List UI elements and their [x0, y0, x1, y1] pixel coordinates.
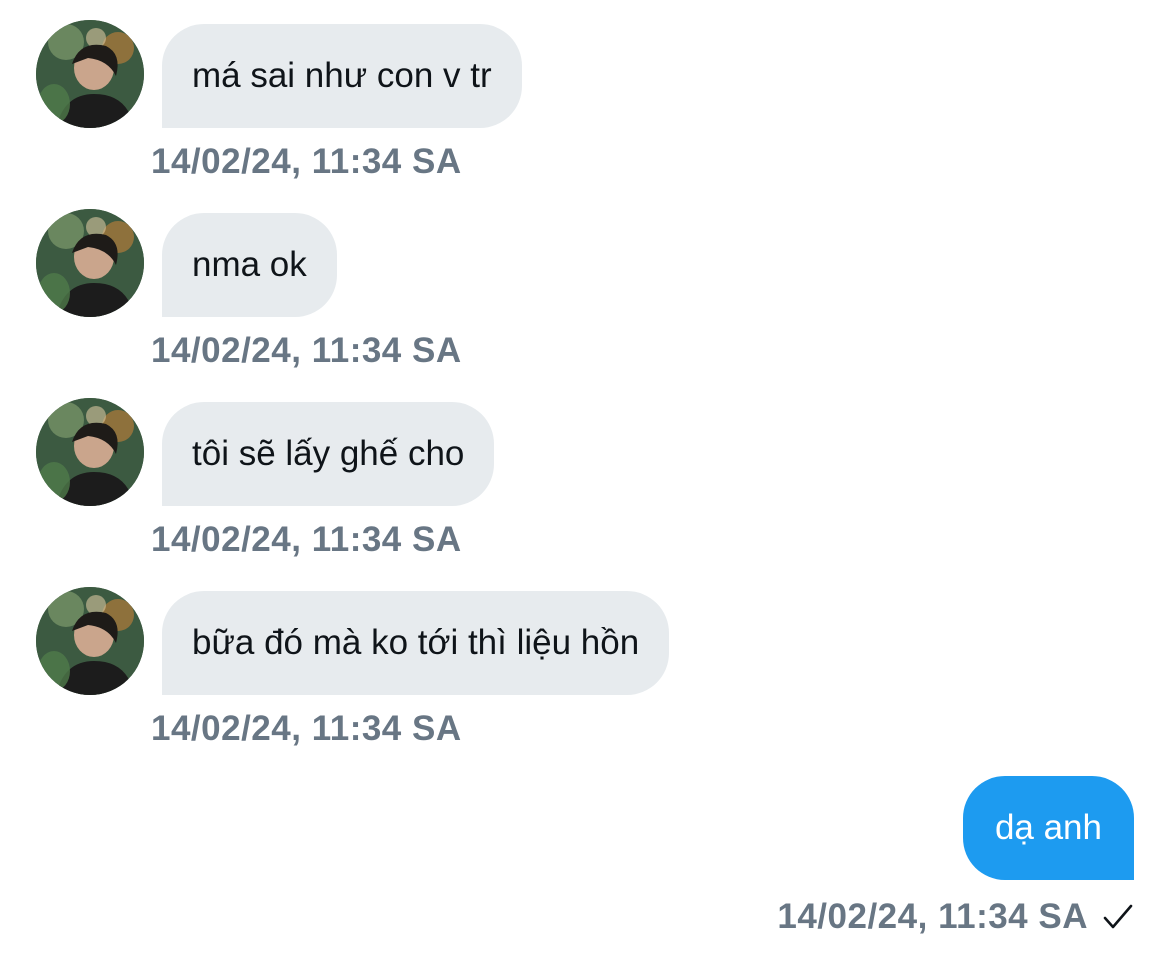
message-text: má sai như con v tr — [192, 56, 492, 95]
message-timestamp: 14/02/24, 11:34 SA — [151, 709, 462, 748]
sender-avatar[interactable] — [36, 398, 144, 506]
message-text: dạ anh — [994, 808, 1102, 847]
incoming-message-bubble[interactable]: má sai như con v tr — [162, 24, 522, 128]
outgoing-message-bubble[interactable]: dạ anh — [962, 776, 1134, 880]
check-icon — [1102, 903, 1134, 931]
sender-avatar[interactable] — [36, 209, 144, 317]
message-timestamp: 14/02/24, 11:34 SA — [777, 897, 1088, 936]
message-timestamp: 14/02/24, 11:34 SA — [151, 142, 462, 181]
sender-avatar[interactable] — [36, 20, 144, 128]
avatar-photo-icon — [36, 209, 144, 317]
avatar-photo-icon — [36, 587, 144, 695]
incoming-message-bubble[interactable]: nma ok — [162, 213, 337, 317]
message-timestamp: 14/02/24, 11:34 SA — [151, 520, 462, 559]
avatar-photo-icon — [36, 398, 144, 506]
incoming-message-bubble[interactable]: tôi sẽ lấy ghế cho — [162, 402, 495, 506]
outgoing-message-meta: 14/02/24, 11:34 SA — [777, 892, 1134, 942]
sender-avatar[interactable] — [36, 587, 144, 695]
message-timestamp: 14/02/24, 11:34 SA — [151, 331, 462, 370]
message-thread: má sai như con v tr 14/02/24, 11:34 SA n… — [0, 0, 1170, 967]
incoming-message-bubble[interactable]: bữa đó mà ko tới thì liệu hồn — [162, 591, 670, 695]
avatar-photo-icon — [36, 20, 144, 128]
message-text: nma ok — [192, 245, 307, 284]
message-text: bữa đó mà ko tới thì liệu hồn — [192, 623, 640, 662]
message-text: tôi sẽ lấy ghế cho — [192, 434, 465, 473]
